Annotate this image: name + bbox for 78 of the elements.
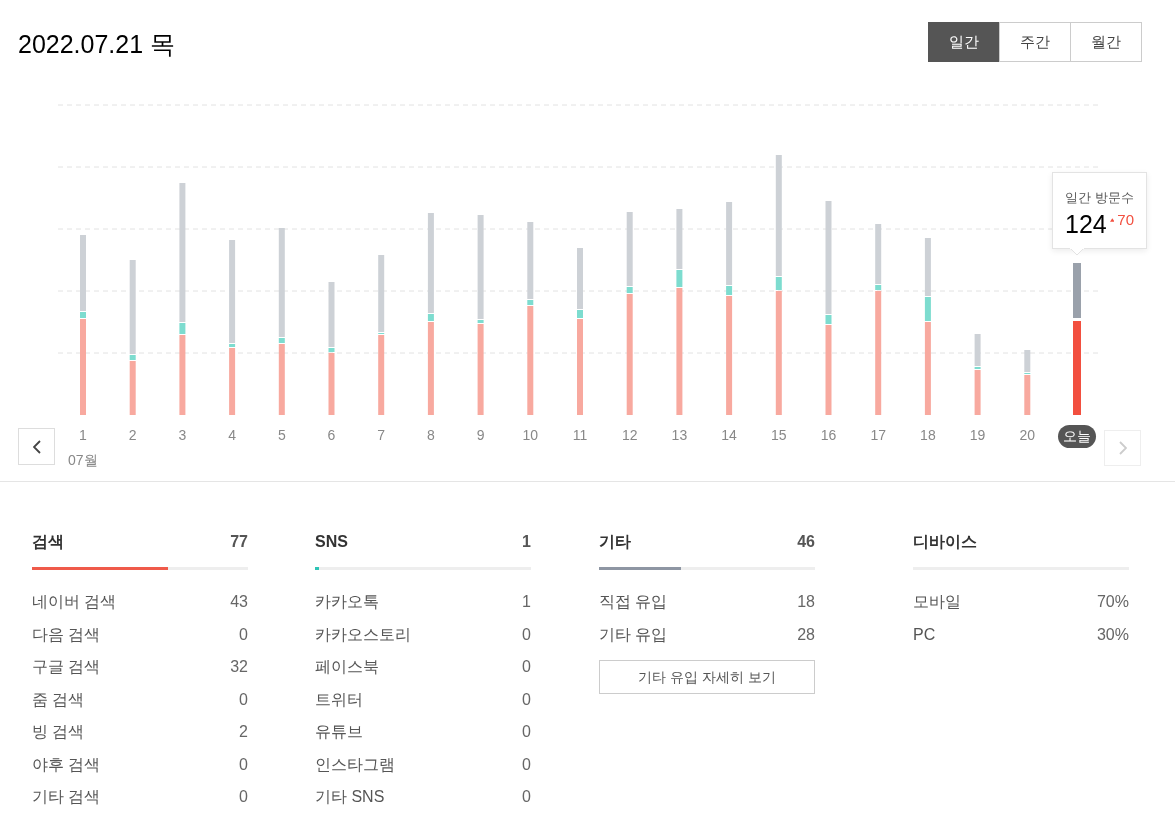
period-tab[interactable]: 월간 — [1070, 22, 1142, 62]
day-label: 7 — [377, 427, 386, 443]
tooltip-label: 일간 방문수 — [1065, 189, 1134, 207]
day-label: 16 — [820, 427, 837, 443]
source-count: 0 — [239, 689, 248, 710]
chevron-right-icon — [1118, 441, 1127, 455]
section-total: 77 — [230, 532, 248, 552]
source-label: 직접 유입 — [599, 592, 668, 613]
previous-button[interactable] — [18, 428, 55, 465]
details-button[interactable]: 기타 유입 자세히 보기 — [599, 660, 815, 694]
day-label: 3 — [178, 427, 187, 443]
up-triangle-icon — [1109, 217, 1115, 223]
chart-bar — [1024, 350, 1031, 415]
source-label: 유튜브 — [315, 722, 363, 743]
source-count: 70% — [1096, 592, 1129, 613]
day-label: 9 — [476, 427, 485, 443]
day-label: 11 — [572, 427, 588, 443]
section-title: 디바이스 — [913, 532, 977, 552]
source-count: 0 — [522, 754, 531, 775]
source-count: 1 — [522, 592, 531, 613]
source-label: 카카오톡 — [315, 592, 379, 613]
today-badge: 오늘 — [1058, 425, 1096, 448]
period-tab[interactable]: 주간 — [999, 22, 1071, 62]
source-label: 트위터 — [315, 689, 363, 710]
source-count: 0 — [239, 624, 248, 645]
month-label: 07월 — [68, 452, 98, 468]
source-count: 2 — [239, 722, 248, 743]
day-label: 6 — [327, 427, 336, 443]
source-label: 카카오스토리 — [315, 624, 411, 645]
source-count: 18 — [797, 592, 815, 613]
source-count: 30% — [1096, 624, 1129, 645]
source-count: 0 — [522, 787, 531, 808]
source-label: 줌 검색 — [32, 689, 85, 710]
source-count: 0 — [522, 689, 531, 710]
day-label: 19 — [969, 427, 986, 443]
chevron-left-icon — [32, 439, 41, 454]
day-label: 2 — [128, 427, 137, 443]
page-date: 2022.07.21 목 — [18, 29, 176, 60]
period-tab[interactable]: 일간 — [928, 22, 1000, 62]
section-total: 1 — [522, 532, 531, 552]
source-label: 야후 검색 — [32, 754, 101, 775]
day-label: 1 — [79, 427, 87, 443]
source-label: 구글 검색 — [32, 657, 101, 678]
day-label: 18 — [920, 427, 936, 443]
day-label: 8 — [427, 427, 435, 443]
day-label: 13 — [671, 427, 688, 443]
section-title: 검색 — [32, 532, 64, 552]
day-label: 15 — [771, 427, 787, 443]
source-label: 기타 유입 — [599, 624, 668, 645]
section-title: SNS — [315, 532, 348, 552]
source-count: 0 — [239, 754, 248, 775]
source-count: 0 — [522, 624, 531, 645]
source-label: PC — [913, 624, 936, 645]
source-count: 43 — [230, 592, 248, 613]
source-label: 기타 검색 — [32, 787, 101, 808]
source-label: 빙 검색 — [32, 722, 85, 743]
source-count: 28 — [797, 624, 815, 645]
day-label: 12 — [621, 427, 638, 443]
source-label: 네이버 검색 — [32, 592, 117, 613]
source-label: 기타 SNS — [315, 787, 385, 808]
source-label: 모바일 — [913, 592, 961, 613]
source-label: 인스타그램 — [315, 754, 395, 775]
day-label: 10 — [522, 427, 539, 443]
section-title: 기타 — [599, 532, 631, 552]
source-label: 다음 검색 — [32, 624, 101, 645]
day-label: 14 — [721, 427, 737, 443]
visit-change: 70 — [1117, 211, 1134, 229]
section-total: 46 — [797, 532, 815, 552]
day-label: 20 — [1019, 427, 1036, 443]
source-count: 32 — [230, 657, 248, 678]
day-label: 4 — [228, 427, 236, 443]
source-count: 0 — [522, 657, 531, 678]
visit-count: 124 — [1065, 209, 1107, 239]
source-count: 0 — [239, 787, 248, 808]
source-count: 0 — [522, 722, 531, 743]
day-label: 17 — [870, 427, 886, 443]
day-label: 5 — [277, 427, 286, 443]
source-label: 페이스북 — [315, 657, 379, 678]
